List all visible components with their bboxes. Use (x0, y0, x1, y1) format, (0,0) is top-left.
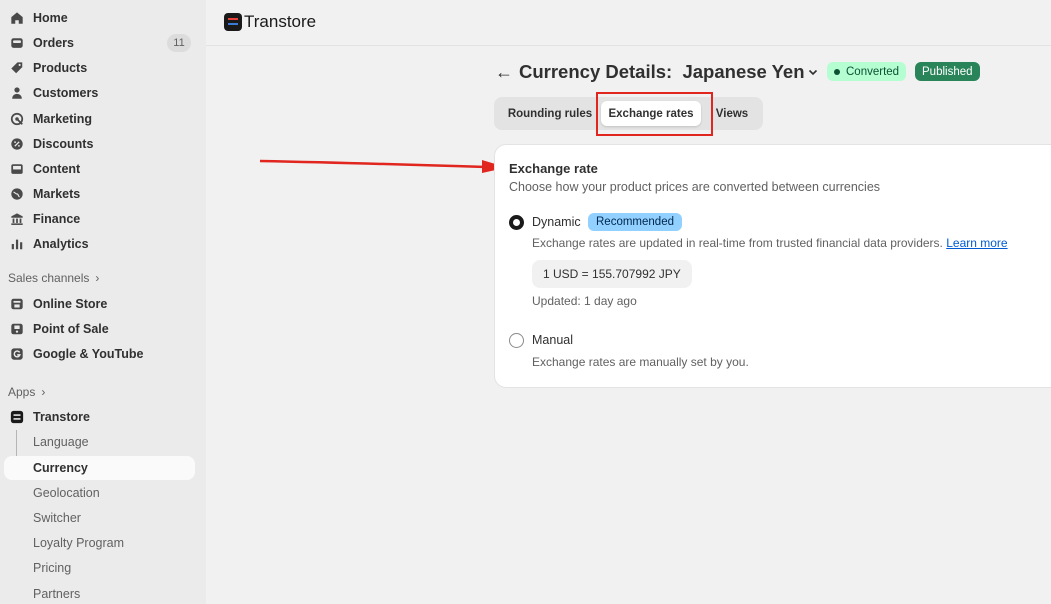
apps-label: Apps (8, 385, 36, 399)
option-manual-label[interactable]: Manual (532, 333, 573, 347)
sidebar-item-label: Google & YouTube (33, 347, 144, 361)
chevron-right-icon: › (95, 271, 100, 285)
sidebar-item-label: Markets (33, 187, 81, 201)
sidebar-item-label: Products (33, 61, 88, 75)
store-icon (10, 297, 24, 311)
tag-icon (10, 61, 24, 75)
apps-header[interactable]: Apps › (8, 385, 45, 399)
app-header: Transtore (206, 0, 1051, 46)
exchange-rate-value: 1 USD = 155.707992 JPY (532, 260, 692, 288)
sidebar-item-label: Marketing (33, 112, 93, 126)
sales-channels-label: Sales channels (8, 271, 90, 285)
sidebar-item-products[interactable]: Products (4, 56, 195, 80)
card-title: Exchange rate (509, 161, 598, 176)
tab-rounding-rules[interactable]: Rounding rules (502, 101, 598, 126)
status-dot-icon (834, 68, 840, 75)
sidebar-subitem-pricing[interactable]: Pricing (4, 556, 195, 580)
sidebar: Home Orders 11 Products Customers Market… (0, 0, 206, 604)
sidebar-item-label: Online Store (33, 297, 108, 311)
arrow-left-icon: ← (495, 61, 513, 82)
sidebar-item-transtore[interactable]: Transtore (4, 405, 195, 429)
chevron-down-icon (808, 69, 818, 76)
bar-chart-icon (10, 237, 24, 251)
sidebar-item-finance[interactable]: Finance (4, 207, 195, 231)
sidebar-item-label: Orders (33, 36, 74, 50)
sidebar-subitem-currency[interactable]: Currency (4, 456, 195, 480)
sidebar-item-analytics[interactable]: Analytics (4, 232, 195, 256)
status-converted-label: Converted (846, 65, 900, 78)
sidebar-item-label: Finance (33, 212, 81, 226)
sidebar-item-label: Point of Sale (33, 322, 109, 336)
option-dynamic-label[interactable]: Dynamic (532, 215, 581, 229)
sidebar-item-online-store[interactable]: Online Store (4, 292, 195, 316)
recommended-badge: Recommended (588, 213, 682, 231)
radio-dynamic[interactable] (509, 215, 524, 230)
sidebar-item-label: Discounts (33, 137, 94, 151)
person-icon (10, 86, 24, 100)
sidebar-subitem-language[interactable]: Language (4, 430, 195, 454)
sidebar-subitem-geolocation[interactable]: Geolocation (4, 481, 195, 505)
exchange-rate-card: Exchange rate Choose how your product pr… (494, 144, 1051, 388)
sidebar-item-home[interactable]: Home (4, 6, 195, 30)
bank-icon (10, 212, 24, 226)
status-badge-published: Published (915, 62, 980, 81)
globe-icon (10, 187, 24, 201)
sidebar-item-marketing[interactable]: Marketing (4, 107, 195, 131)
sidebar-item-google-youtube[interactable]: Google & YouTube (4, 342, 195, 366)
currency-switch-dropdown[interactable] (805, 63, 821, 81)
option-dynamic-description: Exchange rates are updated in real-time … (532, 236, 1008, 250)
sidebar-item-label: Customers (33, 86, 99, 100)
inbox-icon (10, 36, 24, 50)
sidebar-item-discounts[interactable]: Discounts (4, 132, 195, 156)
chevron-right-icon: › (41, 385, 46, 399)
orders-count-badge: 11 (167, 34, 191, 52)
sidebar-subitem-loyalty-program[interactable]: Loyalty Program (4, 531, 195, 555)
sidebar-item-label: Analytics (33, 237, 89, 251)
sidebar-item-content[interactable]: Content (4, 157, 195, 181)
sidebar-subitem-partners[interactable]: Partners (4, 582, 195, 604)
sidebar-subitem-switcher[interactable]: Switcher (4, 506, 195, 530)
google-icon (10, 347, 24, 361)
annotation-arrow (259, 159, 507, 173)
sidebar-item-point-of-sale[interactable]: Point of Sale (4, 317, 195, 341)
sales-channels-header[interactable]: Sales channels › (8, 271, 99, 285)
sidebar-item-markets[interactable]: Markets (4, 182, 195, 206)
sidebar-item-customers[interactable]: Customers (4, 81, 195, 105)
sidebar-item-orders[interactable]: Orders 11 (4, 31, 195, 55)
app-name: Transtore (244, 12, 317, 31)
tab-views[interactable]: Views (708, 101, 756, 126)
tabs-bar: Rounding rules Exchange rates Views (494, 97, 763, 130)
sidebar-item-label: Transtore (33, 410, 90, 424)
card-subtitle: Choose how your product prices are conve… (509, 180, 881, 194)
pos-icon (10, 322, 24, 336)
transtore-icon (10, 410, 24, 424)
target-icon (10, 112, 24, 126)
back-arrow-button[interactable]: ← (494, 61, 514, 83)
status-badge-converted: Converted (827, 62, 907, 81)
updated-timestamp: Updated: 1 day ago (532, 294, 637, 308)
sidebar-item-label: Content (33, 162, 81, 176)
home-icon (10, 11, 24, 25)
page-title: Currency Details: Japanese Yen (519, 61, 805, 82)
radio-manual[interactable] (509, 333, 524, 348)
discount-icon (10, 137, 24, 151)
sidebar-item-label: Home (33, 11, 68, 25)
learn-more-link[interactable]: Learn more (946, 236, 1007, 250)
transtore-logo-icon (224, 13, 242, 31)
option-manual-description: Exchange rates are manually set by you. (532, 355, 749, 369)
dynamic-description-text: Exchange rates are updated in real-time … (532, 236, 943, 250)
image-icon (10, 162, 24, 176)
tab-exchange-rates[interactable]: Exchange rates (601, 101, 701, 126)
